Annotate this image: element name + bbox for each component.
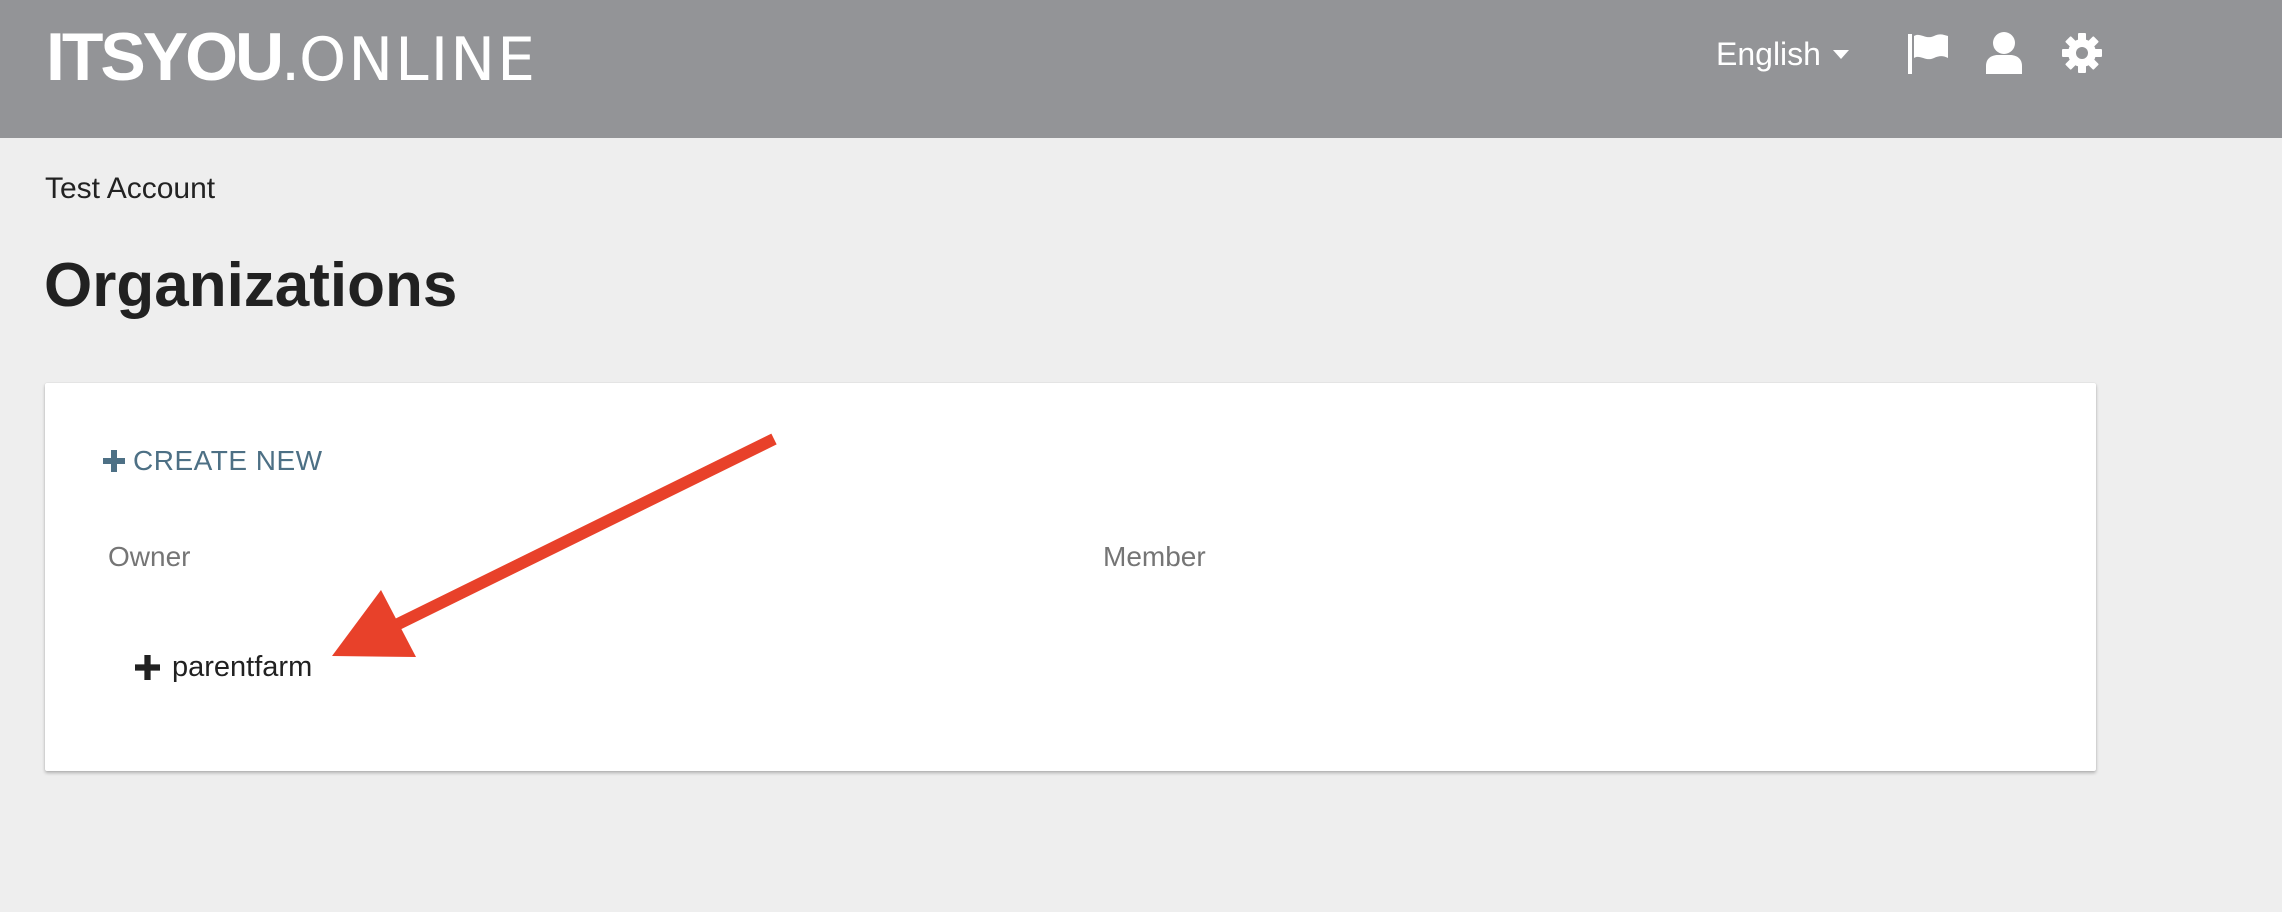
logo-thin-text: ONLINE: [299, 25, 538, 95]
organizations-card: CREATE NEW Owner Member parentfarm: [45, 383, 2096, 771]
user-icon[interactable]: [1984, 30, 2032, 80]
page-title: Organizations: [44, 251, 458, 320]
logo-dot: .: [281, 19, 300, 95]
member-column-header: Member: [1103, 541, 1206, 572]
account-name: Test Account: [45, 172, 216, 205]
flag-icon[interactable]: [1906, 30, 1954, 80]
logo[interactable]: ITSYOU.ONLINE: [46, 19, 538, 95]
expand-plus-icon[interactable]: [135, 655, 160, 680]
create-new-button[interactable]: CREATE NEW: [103, 445, 323, 477]
language-label: English: [1716, 36, 1821, 72]
create-new-label: CREATE NEW: [133, 445, 323, 476]
language-dropdown[interactable]: English: [1716, 32, 1849, 76]
caret-down-icon: [1832, 49, 1849, 59]
gear-icon[interactable]: [2060, 30, 2108, 80]
top-navbar: ITSYOU.ONLINE English: [0, 0, 2282, 138]
org-name: parentfarm: [172, 651, 313, 683]
plus-icon: [103, 450, 125, 472]
org-list-item-parentfarm[interactable]: parentfarm: [135, 651, 312, 684]
logo-bold-text: ITSYOU: [46, 19, 284, 95]
owner-column-header: Owner: [108, 541, 191, 572]
